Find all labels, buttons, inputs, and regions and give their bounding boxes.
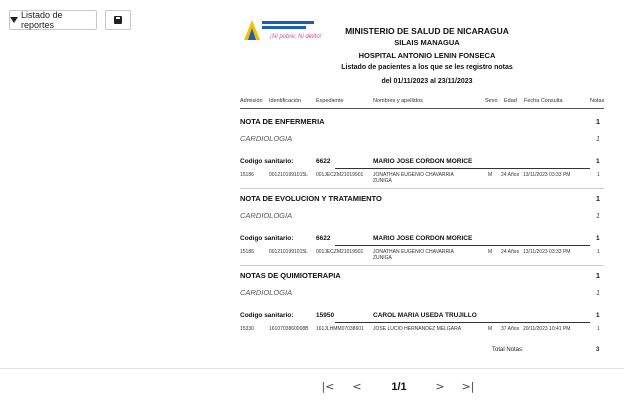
doctor-name: MARIO JOSE CORDON MORICE [373,158,473,165]
table-row: 15186 0012101991015L 001JECZM21019901 JO… [240,172,604,184]
specialty-title: CARDIOLOGIA [240,211,293,220]
last-page-button[interactable]: >| [459,379,477,395]
report-subtitle: Listado de pacientes a los que se les re… [341,64,513,71]
cell-admision: 15186 [240,249,254,255]
previous-page-button[interactable]: < [350,379,364,395]
doctor-name: MARIO JOSE CORDON MORICE [373,235,473,242]
next-page-button[interactable]: > [433,379,447,395]
col-sexo: Sexo [485,98,498,104]
col-identificacion: Identificación [269,98,302,104]
reports-list-button[interactable]: Listado de reportes [9,10,97,30]
cell-sexo: M [488,326,493,332]
section-count: 1 [595,194,600,203]
report-page: ¡Ni pobre, Ni delito! MINISTERIO DE SALU… [232,6,610,366]
col-admision: Admisión [240,98,263,104]
section-count: 1 [595,117,600,126]
column-headers: Admisión Identificación Expediente Nombr… [240,98,604,109]
table-row: 15330 1610703860008B 161JLHMM07038601 JO… [240,326,604,338]
section-divider [240,265,604,266]
code-label: Codigo sanitario: [240,158,294,165]
doctor-row: Codigo sanitario: 15950 CAROL MARIA USED… [240,312,604,323]
col-nombres: Nombres y apellidos [373,98,423,104]
cell-identificacion: 0012101991015L [269,172,308,178]
cell-admision: 15186 [240,172,254,178]
doctor-code: 6622 [316,158,331,165]
save-icon [114,16,122,24]
specialty-title: CARDIOLOGIA [240,288,293,297]
doctor-row: Codigo sanitario: 6622 MARIO JOSE CORDON… [240,235,604,246]
cell-edad: 24 Años [501,172,520,178]
cell-nombre: JOSE LUCIO HERNANDEZ MELGARA [373,326,462,332]
specialty-count: 1 [595,134,600,143]
doctor-row: Codigo sanitario: 6622 MARIO JOSE CORDON… [240,158,604,169]
doctor-count: 1 [596,158,600,165]
cell-notas: 1 [597,249,600,255]
cell-edad: 37 Años [501,326,520,332]
cell-expediente: 001JECZM21019901 [316,249,364,255]
cell-edad: 24 Años [501,249,520,255]
page-indicator: 1/1 [391,381,407,393]
code-label: Codigo sanitario: [240,312,294,319]
col-fecha: Fecha Consulta [524,98,563,104]
section-title: NOTAS DE QUIMIOTERAPIA [240,271,341,280]
filter-icon [10,17,18,23]
cell-fecha: 13/11/2023 03:33 PM [523,249,571,255]
code-label: Codigo sanitario: [240,235,294,242]
section-divider [240,188,604,189]
total-value: 3 [596,347,600,353]
cell-notas: 1 [597,326,600,332]
section-title: NOTA DE EVOLUCION Y TRATAMIENTO [240,194,382,203]
specialty-count: 1 [595,288,600,297]
cell-nombre: JONATHAN EUGENIO CHAVARRIA ZUNIGA [373,172,454,184]
cell-expediente: 001JECZM21019901 [316,172,364,178]
specialty-title: CARDIOLOGIA [240,134,293,143]
total-row: Total Notas: 3 [240,347,604,357]
cell-fecha: 20/11/2023 10:41 PM [523,326,571,332]
col-notas: Notas [590,98,605,104]
cell-admision: 15330 [240,326,254,332]
report-period: del 01/11/2023 al 23/11/2023 [381,78,473,85]
doctor-code: 6622 [316,235,331,242]
doctor-count: 1 [596,235,600,242]
cell-identificacion: 1610703860008B [269,326,309,332]
cell-fecha: 13/11/2023 03:33 PM [523,172,571,178]
report-hospital: HOSPITAL ANTONIO LENIN FONSECA [358,51,496,60]
report-silais: SILAIS MANAGUA [394,38,460,47]
pagination-bar: |< < 1/1 > >| [0,368,624,403]
cell-nombre: JONATHAN EUGENIO CHAVARRIA ZUNIGA [373,249,454,261]
cell-notas: 1 [597,172,600,178]
doctor-name: CAROL MARIA USEDA TRUJILLO [373,312,477,319]
specialty-count: 1 [595,211,600,220]
section-title: NOTA DE ENFERMERIA [240,117,325,126]
first-page-button[interactable]: |< [319,379,337,395]
cell-sexo: M [488,172,493,178]
col-expediente: Expediente [316,98,344,104]
save-button[interactable] [105,10,131,30]
col-edad: Edad [504,98,517,104]
table-row: 15186 0012101991015L 001JECZM21019901 JO… [240,249,604,261]
report-ministry: MINISTERIO DE SALUD DE NICARAGUA [345,26,509,36]
doctor-count: 1 [596,312,600,319]
doctor-code: 15950 [316,312,335,319]
section-count: 1 [595,271,600,280]
total-label: Total Notas: [492,347,524,353]
cell-identificacion: 0012101991015L [269,249,308,255]
cell-expediente: 161JLHMM07038601 [316,326,364,332]
cell-sexo: M [488,249,493,255]
reports-list-label: Listado de reportes [21,10,63,30]
